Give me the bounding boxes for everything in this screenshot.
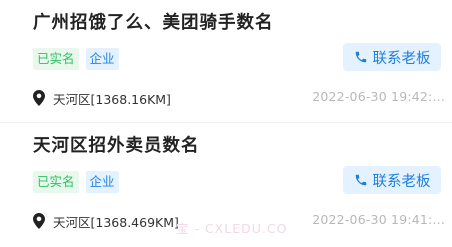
contact-boss-button[interactable]: 联系老板	[343, 166, 441, 194]
location-pin-icon	[33, 90, 45, 106]
enterprise-tag: 企业	[85, 171, 119, 193]
location-text: 天河区[1368.469KM]	[53, 215, 179, 230]
contact-boss-label: 联系老板	[372, 50, 431, 67]
location-pin-icon	[33, 213, 45, 229]
tag-group: 已实名 企业	[33, 48, 119, 70]
verified-tag: 已实名	[33, 171, 79, 193]
location-text: 天河区[1368.16KM]	[53, 92, 171, 107]
post-date: 2022-06-30 19:41:...	[312, 212, 445, 227]
job-title[interactable]: 广州招饿了么、美团骑手数名	[33, 9, 274, 34]
job-list: 广州招饿了么、美团骑手数名 已实名 企业 联系老板 天河区[1368.16KM]…	[0, 0, 452, 247]
verified-tag: 已实名	[33, 48, 79, 70]
phone-icon	[355, 174, 366, 186]
job-card[interactable]: 广州招饿了么、美团骑手数名 已实名 企业 联系老板 天河区[1368.16KM]…	[0, 0, 452, 122]
watermark: 宝 - CXLEDU.CO	[176, 221, 288, 236]
tag-group: 已实名 企业	[33, 171, 119, 193]
listing-meta: 天河区[1368.16KM] 2022-06-30 19:42:...	[33, 89, 445, 107]
job-title[interactable]: 天河区招外卖员数名	[33, 132, 200, 157]
phone-icon	[355, 51, 366, 63]
contact-boss-button[interactable]: 联系老板	[343, 43, 441, 71]
post-date: 2022-06-30 19:42:...	[312, 89, 445, 104]
enterprise-tag: 企业	[85, 48, 119, 70]
contact-boss-label: 联系老板	[372, 173, 431, 190]
